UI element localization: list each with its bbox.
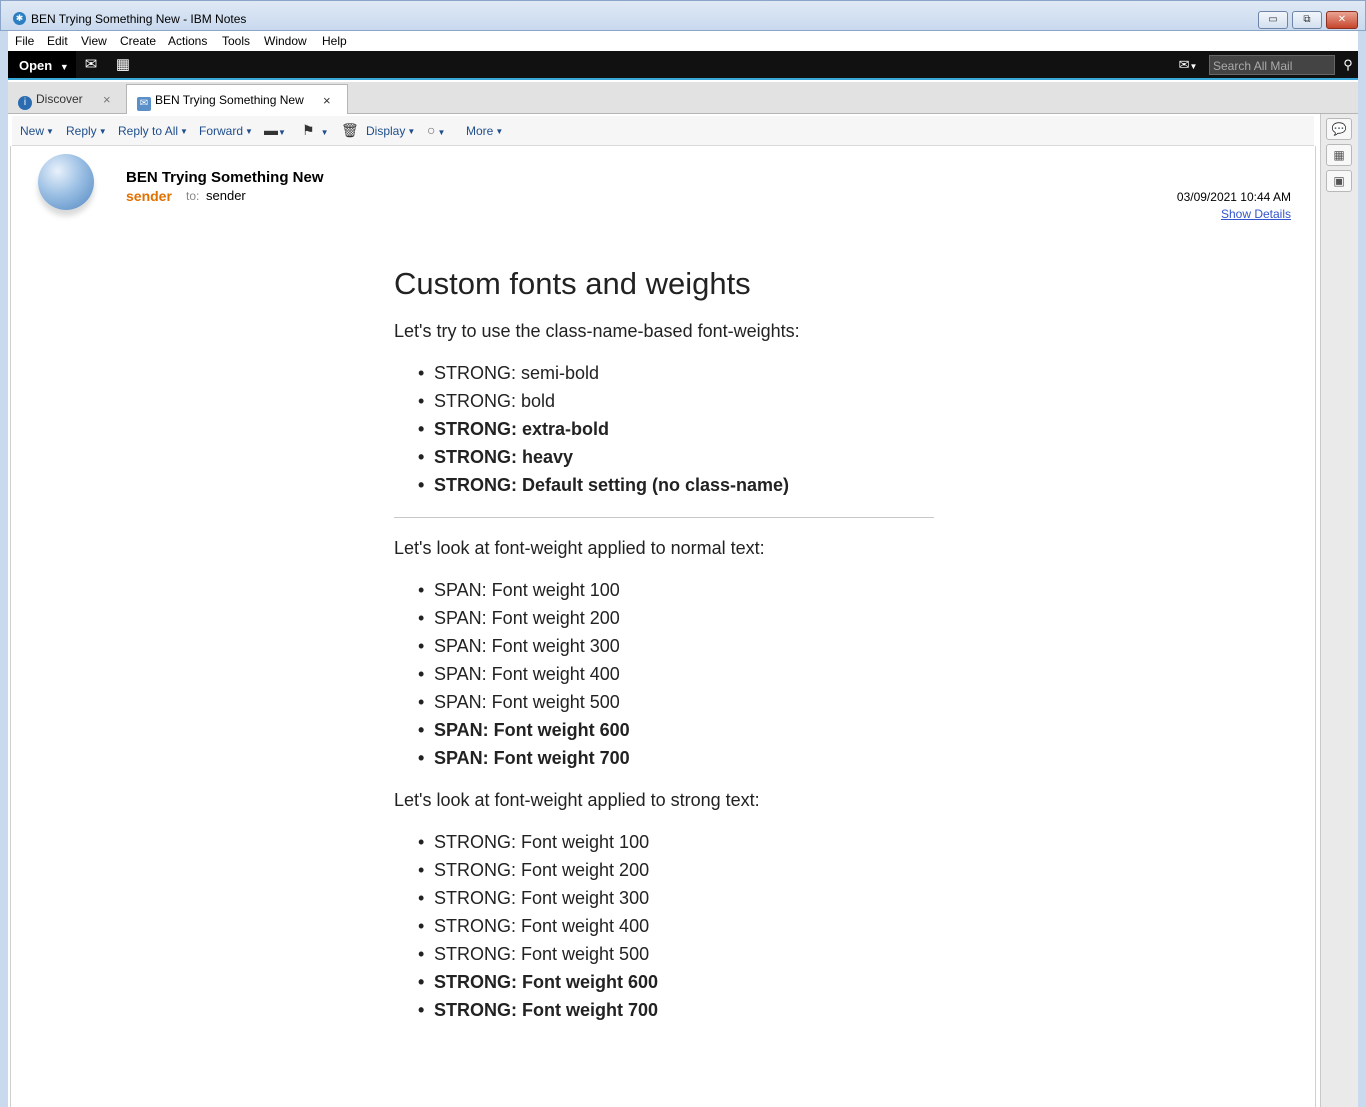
list-item: STRONG: Font weight 500 [394, 940, 934, 968]
title-bar: ✱ BEN Trying Something New - IBM Notes ▭… [0, 0, 1366, 31]
new-label: New [20, 124, 45, 138]
reply-label: Reply [66, 124, 97, 138]
chevron-down-icon: ▼ [407, 127, 416, 136]
display-button[interactable]: Display ▼ [366, 124, 415, 138]
mail-message-icon: ✉ [137, 97, 151, 111]
list-item: STRONG: extra-bold [394, 415, 934, 443]
tab-discover-label: Discover [36, 92, 83, 106]
reply-button[interactable]: Reply ▼ [66, 124, 107, 138]
list-item: STRONG: Font weight 200 [394, 856, 934, 884]
menu-view[interactable]: View [81, 34, 107, 48]
list-item: STRONG: Font weight 300 [394, 884, 934, 912]
list-item: STRONG: heavy [394, 443, 934, 471]
list-span-weights: SPAN: Font weight 100 SPAN: Font weight … [394, 576, 934, 772]
more-button[interactable]: More ▼ [466, 124, 503, 138]
chat-bubble-icon[interactable]: ○ ▼ [427, 122, 445, 138]
intro-paragraph-3: Let's look at font-weight applied to str… [394, 790, 760, 810]
body-heading: Custom fonts and weights [394, 266, 751, 301]
menu-bar: File Edit View Create Actions Tools Wind… [8, 31, 1358, 51]
list-item: STRONG: Font weight 400 [394, 912, 934, 940]
restore-button[interactable]: ⧉ [1292, 11, 1322, 29]
globe-avatar-icon [38, 154, 94, 210]
list-item: STRONG: Font weight 600 [394, 968, 934, 996]
mail-icon[interactable]: ✉ [77, 55, 105, 75]
close-tab-message-icon[interactable]: × [323, 93, 331, 108]
close-tab-discover-icon[interactable]: × [103, 92, 111, 107]
calendar-day-icon[interactable]: ▦ [1326, 144, 1352, 166]
display-label: Display [366, 124, 406, 138]
menu-create[interactable]: Create [120, 34, 156, 48]
reply-all-label: Reply to All [118, 124, 179, 138]
close-window-button[interactable]: ✕ [1326, 11, 1358, 29]
list-item: STRONG: Default setting (no class-name) [394, 471, 934, 499]
sender-name[interactable]: sender [126, 188, 172, 204]
window-frame-left [0, 31, 8, 1107]
recipient-name[interactable]: sender [206, 188, 246, 203]
list-item: STRONG: bold [394, 387, 934, 415]
right-sidebar: 💬 ▦ ▣ [1320, 114, 1358, 1107]
list-item: STRONG: Font weight 700 [394, 996, 934, 1024]
message-date: 03/09/2021 10:44 AM [1176, 190, 1291, 204]
chevron-down-icon: ▼ [46, 127, 54, 136]
forward-label: Forward [199, 124, 244, 138]
intro-paragraph-2: Let's look at font-weight applied to nor… [394, 538, 765, 558]
menu-file[interactable]: File [15, 34, 34, 48]
search-scope-mail-icon[interactable]: ✉▼ [1174, 55, 1202, 75]
trash-icon[interactable]: 🗑 [341, 122, 359, 139]
search-placeholder: Search All Mail [1213, 59, 1293, 73]
search-icon[interactable]: ⚲ [1334, 55, 1362, 75]
show-details-link[interactable]: Show Details [1130, 207, 1291, 221]
more-label: More [466, 124, 494, 138]
list-item: SPAN: Font weight 600 [394, 716, 934, 744]
window-title: BEN Trying Something New - IBM Notes [31, 12, 247, 26]
menu-window[interactable]: Window [264, 34, 307, 48]
divider [394, 517, 934, 518]
tab-discover[interactable]: i Discover × [8, 84, 126, 114]
calendar-icon[interactable]: ▦ [109, 55, 137, 75]
list-item: SPAN: Font weight 400 [394, 660, 934, 688]
menu-actions[interactable]: Actions [168, 34, 207, 48]
action-bar: New ▼ Reply ▼ Reply to All ▼ Forward ▼ ▬▼ ⚑ ▼… [12, 116, 1314, 146]
chevron-down-icon: ▼ [180, 127, 188, 136]
info-icon: i [18, 96, 32, 110]
list-item: STRONG: Font weight 100 [394, 828, 934, 856]
briefcase-icon[interactable]: ▣ [1326, 170, 1352, 192]
intro-paragraph-1: Let's try to use the class-name-based fo… [394, 321, 800, 341]
list-item: STRONG: semi-bold [394, 359, 934, 387]
list-item: SPAN: Font weight 200 [394, 604, 934, 632]
chevron-down-icon: ▼ [98, 127, 107, 136]
message-body: Custom fonts and weights Let's try to us… [394, 266, 934, 1024]
tab-strip: i Discover × ✉ BEN Trying Something New × [8, 82, 1358, 114]
open-button-label: Open [19, 58, 53, 73]
chevron-down-icon: ▼ [245, 127, 253, 136]
sametime-chat-icon[interactable]: 💬 [1326, 118, 1352, 140]
tab-message-label: BEN Trying Something New [155, 93, 304, 107]
to-label: to: [186, 189, 200, 203]
folder-icon[interactable]: ▬▼ [264, 122, 286, 138]
flag-icon[interactable]: ⚑ ▼ [302, 122, 328, 139]
message-subject: BEN Trying Something New [126, 169, 324, 186]
menu-edit[interactable]: Edit [47, 34, 68, 48]
window-frame-right [1358, 31, 1366, 1107]
list-item: SPAN: Font weight 700 [394, 744, 934, 772]
list-item: SPAN: Font weight 100 [394, 576, 934, 604]
top-toolbar: Open ▼ ✉ ▦ ✉▼ Search All Mail ⚲ [8, 51, 1358, 80]
menu-help[interactable]: Help [322, 34, 347, 48]
list-item: SPAN: Font weight 500 [394, 688, 934, 716]
list-strong-weights: STRONG: Font weight 100 STRONG: Font wei… [394, 828, 934, 1024]
list-item: SPAN: Font weight 300 [394, 632, 934, 660]
list-class-weights: STRONG: semi-bold STRONG: bold STRONG: e… [394, 359, 934, 499]
minimize-button[interactable]: ▭ [1258, 11, 1288, 29]
reply-all-button[interactable]: Reply to All ▼ [118, 124, 188, 138]
chevron-down-icon: ▼ [495, 127, 504, 136]
menu-tools[interactable]: Tools [222, 34, 250, 48]
new-button[interactable]: New ▼ [20, 124, 54, 138]
forward-button[interactable]: Forward ▼ [199, 124, 253, 138]
open-button[interactable]: Open ▼ [8, 51, 76, 78]
search-input[interactable]: Search All Mail [1209, 55, 1335, 75]
chevron-down-icon: ▼ [59, 62, 69, 72]
ibm-notes-app-icon: ✱ [13, 12, 26, 25]
tab-message[interactable]: ✉ BEN Trying Something New × [126, 84, 348, 114]
